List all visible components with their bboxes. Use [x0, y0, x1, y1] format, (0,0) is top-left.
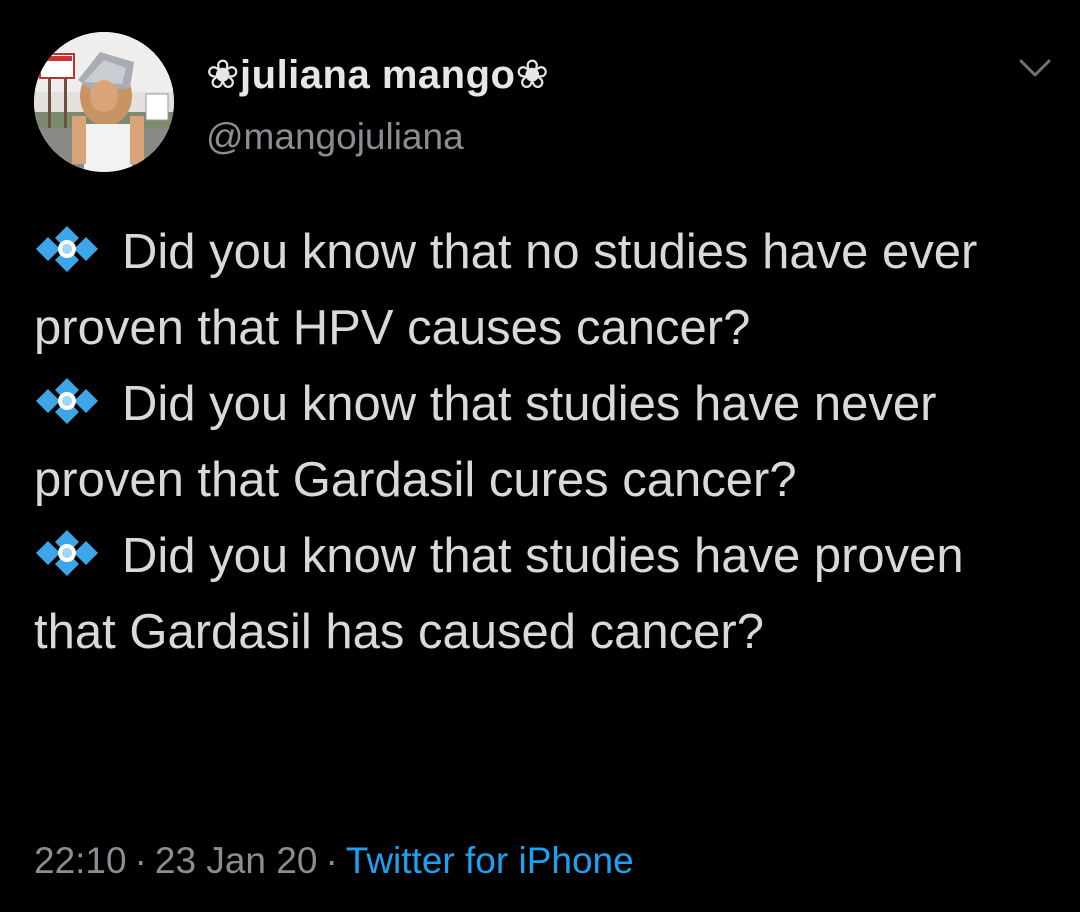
tweet-text: Did you know that no studies have ever p… — [34, 214, 1054, 670]
tweet-meta: 22:10 · 23 Jan 20 · Twitter for iPhone — [34, 840, 634, 882]
tweet-source-link[interactable]: Twitter for iPhone — [346, 840, 634, 881]
avatar[interactable] — [34, 32, 174, 172]
tweet-paragraph-text: Did you know that no studies have ever p… — [34, 225, 978, 355]
tweet-paragraph: Did you know that no studies have ever p… — [34, 214, 1054, 366]
separator: · — [325, 840, 338, 881]
separator: · — [134, 840, 147, 881]
display-name[interactable]: ❀juliana mango❀ — [206, 52, 549, 98]
tweet-date[interactable]: 23 Jan 20 — [155, 840, 318, 881]
tweet-paragraph: Did you know that studies have proven th… — [34, 518, 1054, 670]
tweet-paragraph-text: Did you know that studies have never pro… — [34, 377, 937, 507]
chevron-down-icon[interactable] — [1018, 56, 1052, 80]
handle[interactable]: @mangojuliana — [206, 116, 464, 158]
tweet-paragraph: Did you know that studies have never pro… — [34, 366, 1054, 518]
tweet-time[interactable]: 22:10 — [34, 840, 127, 881]
blue-diamond-cluster-icon — [36, 530, 98, 576]
blue-diamond-cluster-icon — [36, 378, 98, 424]
profile-photo-icon — [34, 32, 174, 172]
blue-diamond-cluster-icon — [36, 226, 98, 272]
tweet-paragraph-text: Did you know that studies have proven th… — [34, 529, 964, 659]
tweet: ❀juliana mango❀ @mangojuliana Did you kn… — [0, 0, 1080, 912]
